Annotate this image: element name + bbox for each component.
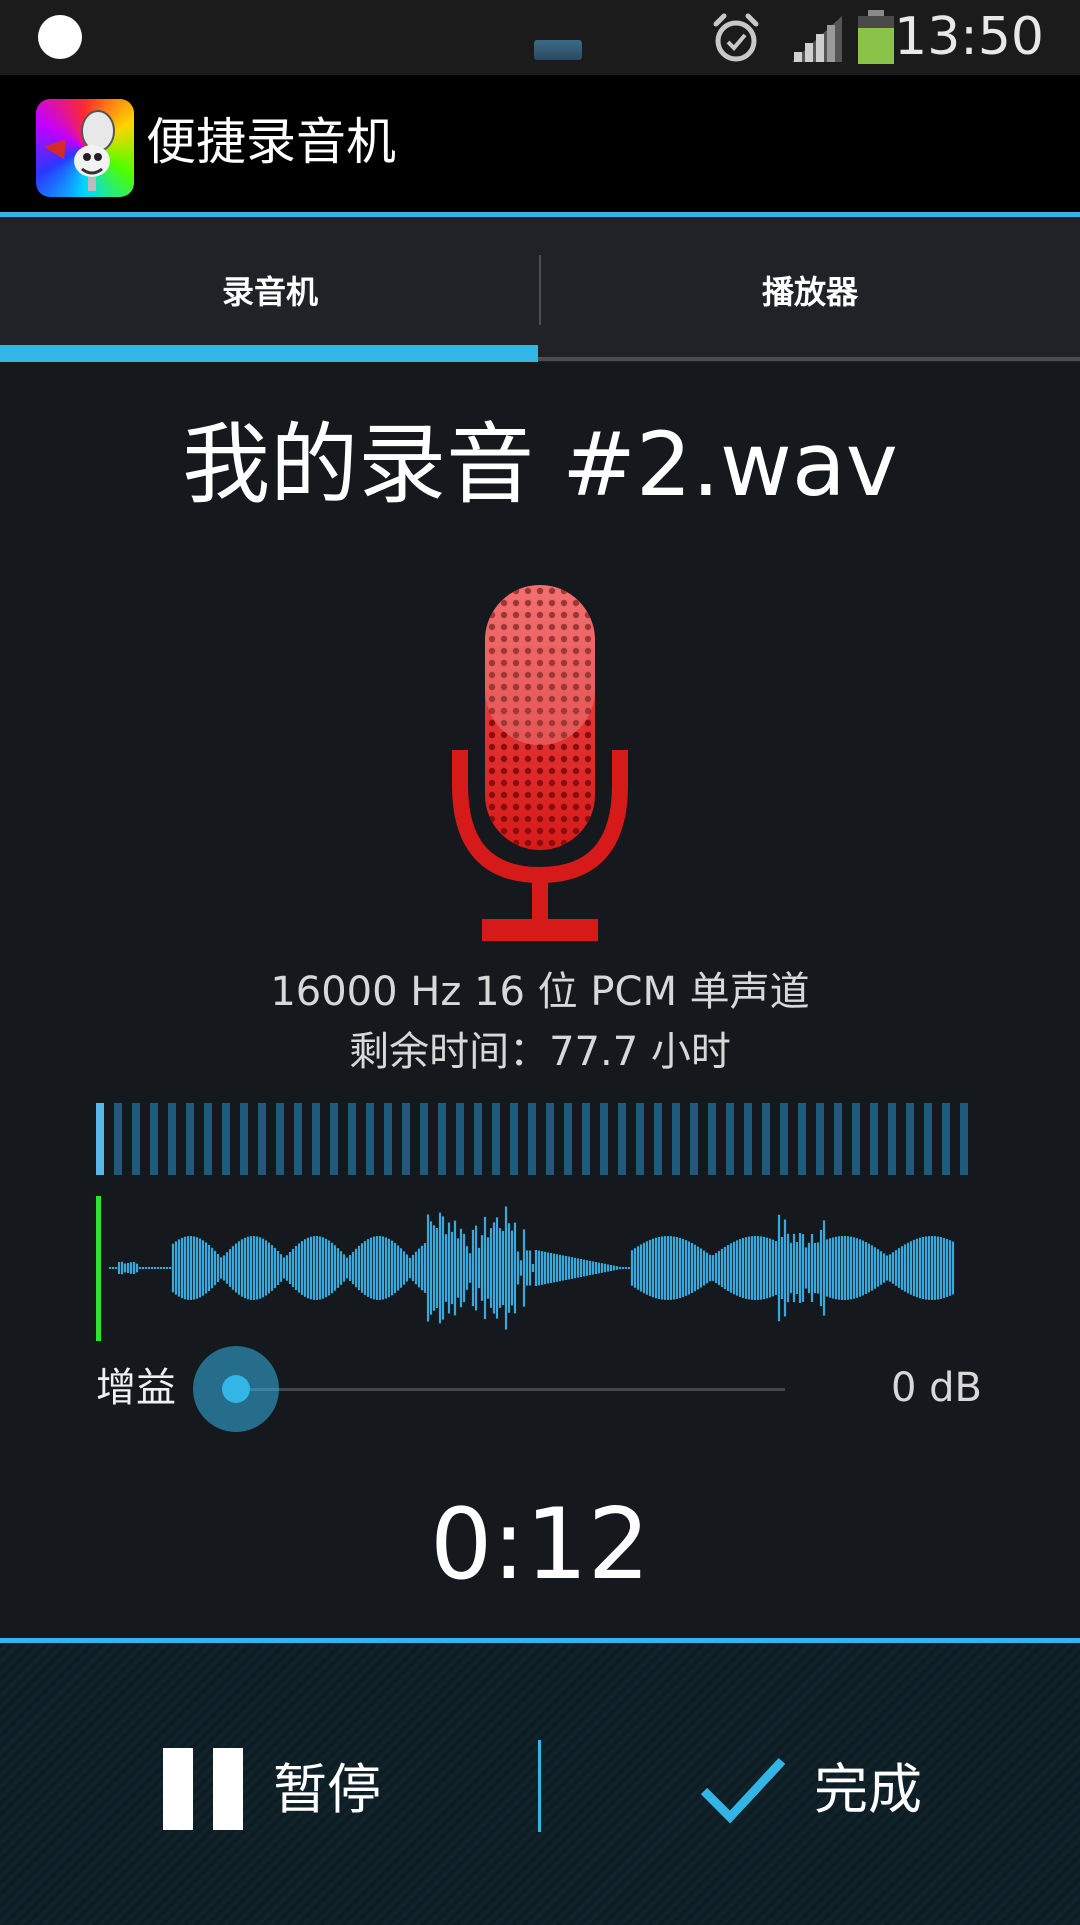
level-meter-bar	[330, 1103, 338, 1175]
level-meter-bar	[960, 1103, 968, 1175]
level-meter-bar	[150, 1103, 158, 1175]
level-meter-bar	[384, 1103, 392, 1175]
level-meter-bar	[888, 1103, 896, 1175]
level-meter-bar	[474, 1103, 482, 1175]
playhead-cursor	[96, 1196, 101, 1341]
level-meter-bar	[654, 1103, 662, 1175]
level-meter-bar	[510, 1103, 518, 1175]
level-meter-bar	[438, 1103, 446, 1175]
level-meter-bar	[402, 1103, 410, 1175]
level-meter-bar	[114, 1103, 122, 1175]
level-meter-bar	[834, 1103, 842, 1175]
level-meter	[96, 1103, 968, 1175]
level-meter-bar	[690, 1103, 698, 1175]
bottom-controls: 暂停 完成	[0, 1638, 1080, 1925]
level-meter-bar	[600, 1103, 608, 1175]
level-meter-bar	[582, 1103, 590, 1175]
level-meter-bar	[204, 1103, 212, 1175]
level-meter-bar	[816, 1103, 824, 1175]
level-meter-bar	[618, 1103, 626, 1175]
level-meter-bar	[870, 1103, 878, 1175]
level-meter-bar	[276, 1103, 284, 1175]
level-meter-bar	[222, 1103, 230, 1175]
gain-slider-thumb-core	[222, 1375, 250, 1403]
level-meter-bar	[852, 1103, 860, 1175]
level-meter-bar	[366, 1103, 374, 1175]
level-meter-bar	[168, 1103, 176, 1175]
level-meter-bar	[348, 1103, 356, 1175]
level-meter-bar	[312, 1103, 320, 1175]
gain-label: 增益	[96, 1365, 176, 1411]
status-bar: 13:50	[0, 0, 1080, 75]
pause-label: 暂停	[273, 1758, 381, 1821]
remaining-time: 剩余时间：77.7 小时	[349, 1029, 731, 1075]
level-meter-bar	[132, 1103, 140, 1175]
pause-button[interactable]: 暂停	[0, 1643, 538, 1925]
level-meter-bar	[528, 1103, 536, 1175]
level-meter-bar	[564, 1103, 572, 1175]
level-meter-bar	[546, 1103, 554, 1175]
microphone-icon[interactable]	[450, 585, 630, 945]
level-meter-bar	[636, 1103, 644, 1175]
elapsed-timer: 0:12	[429, 1488, 651, 1602]
level-meter-bar	[726, 1103, 734, 1175]
level-meter-bar	[906, 1103, 914, 1175]
microphone-app-icon[interactable]	[36, 99, 134, 197]
done-label[interactable]: 完成	[814, 1755, 922, 1825]
tab-bar: 录音机 播放器	[0, 217, 1080, 362]
check-icon	[700, 1757, 786, 1824]
level-meter-bar	[186, 1103, 194, 1175]
recording-filename[interactable]: 我的录音 #2.wav	[0, 400, 1080, 530]
tab-recorder[interactable]: 录音机	[0, 217, 540, 362]
level-meter-bar	[258, 1103, 266, 1175]
level-meter-bar	[456, 1103, 464, 1175]
pause-icon	[163, 1748, 243, 1830]
level-meter-bar	[780, 1103, 788, 1175]
level-meter-bar	[798, 1103, 806, 1175]
level-meter-bar	[942, 1103, 950, 1175]
level-meter-bar	[924, 1103, 932, 1175]
tab-baseline	[538, 357, 1080, 361]
level-meter-bar	[672, 1103, 680, 1175]
waveform-display	[96, 1196, 955, 1341]
level-meter-bar	[240, 1103, 248, 1175]
level-meter-bar	[96, 1103, 104, 1175]
level-meter-bar	[762, 1103, 770, 1175]
tab-selected-indicator	[0, 345, 538, 362]
tab-player[interactable]: 播放器	[540, 217, 1080, 362]
notification-thumbnail-icon	[534, 40, 582, 60]
status-clock: 13:50	[894, 7, 1044, 67]
battery-icon	[858, 10, 894, 64]
level-meter-bar	[708, 1103, 716, 1175]
alarm-icon	[713, 13, 759, 62]
level-meter-bar	[744, 1103, 752, 1175]
gain-slider-track[interactable]	[234, 1388, 785, 1391]
level-meter-bar	[420, 1103, 428, 1175]
app-title: 便捷录音机	[146, 113, 396, 171]
action-bar: 便捷录音机	[0, 75, 1080, 217]
gain-value: 0 dB	[891, 1365, 982, 1411]
done-button[interactable]	[541, 1643, 1079, 1925]
audio-format-info: 16000 Hz 16 位 PCM 单声道	[270, 969, 810, 1015]
signal-icon	[792, 16, 842, 62]
notification-dot-icon	[38, 15, 82, 59]
level-meter-bar	[294, 1103, 302, 1175]
level-meter-bar	[492, 1103, 500, 1175]
